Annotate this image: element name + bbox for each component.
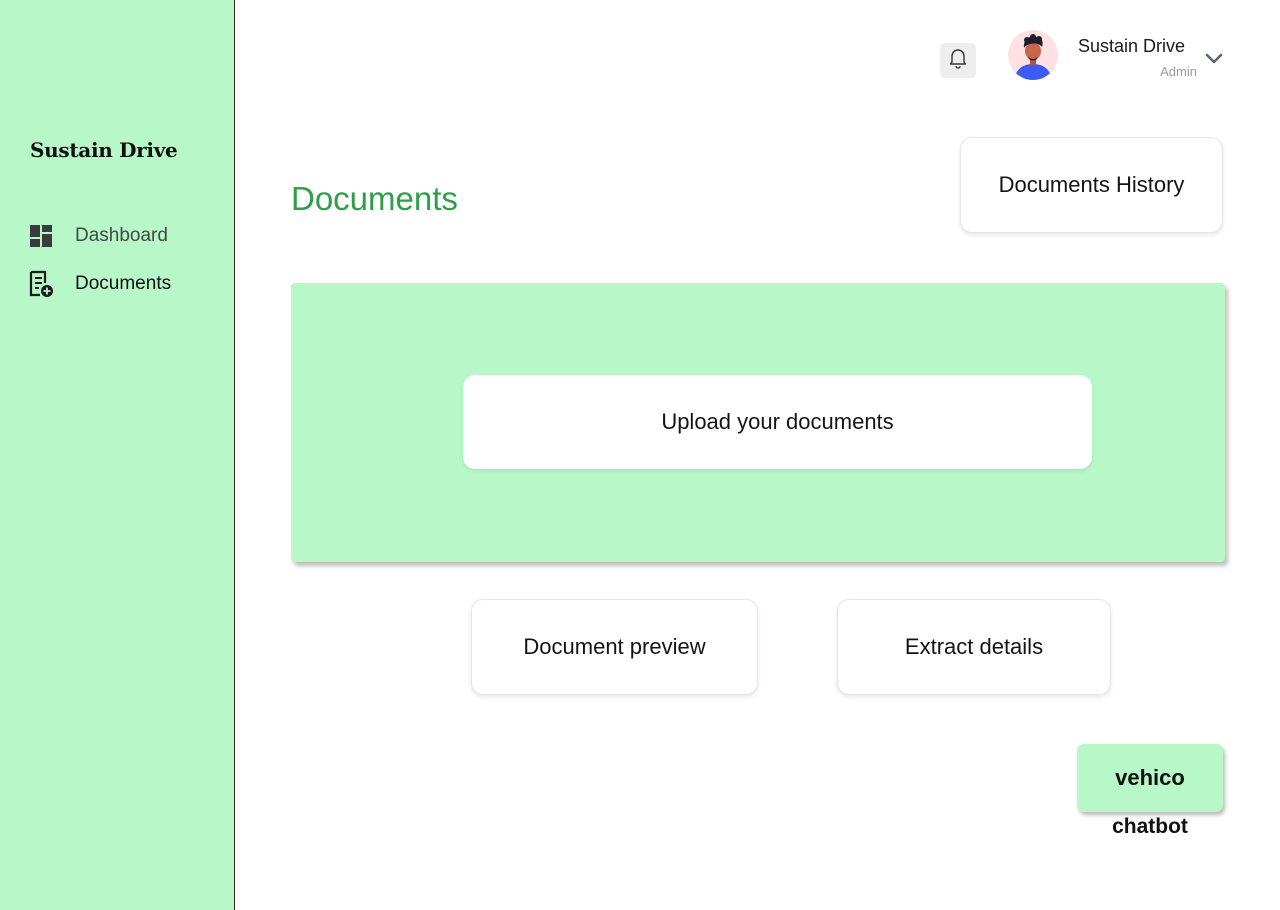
bell-icon: [948, 47, 968, 74]
dashboard-icon: [28, 223, 54, 249]
extract-details-button[interactable]: Extract details: [837, 599, 1111, 695]
user-name: Sustain Drive: [1078, 36, 1186, 56]
sidebar-item-label: Dashboard: [75, 225, 168, 246]
documents-history-button[interactable]: Documents History: [960, 137, 1223, 233]
notification-button[interactable]: [940, 43, 976, 78]
sidebar-item-documents[interactable]: Documents: [28, 269, 171, 299]
chatbot-button[interactable]: vehico: [1077, 744, 1223, 812]
sidebar: Sustain Drive Dashboard Documents: [0, 0, 235, 910]
upload-documents-button[interactable]: Upload your documents: [463, 375, 1092, 469]
user-role: Admin: [1160, 64, 1197, 79]
sidebar-item-label: Documents: [75, 273, 172, 294]
document-add-icon: [28, 270, 54, 297]
chevron-down-icon: [1204, 52, 1224, 71]
sidebar-item-dashboard[interactable]: Dashboard: [28, 221, 168, 251]
brand-logo-text: Sustain Drive: [30, 138, 178, 162]
page-title: Documents: [291, 180, 458, 217]
avatar[interactable]: [1008, 30, 1058, 80]
app-root: Sustain Drive Dashboard Documents Sustai…: [0, 0, 1280, 910]
chatbot-caption: chatbot: [1112, 815, 1188, 838]
user-menu-toggle[interactable]: [1202, 51, 1226, 71]
document-preview-button[interactable]: Document preview: [471, 599, 758, 695]
